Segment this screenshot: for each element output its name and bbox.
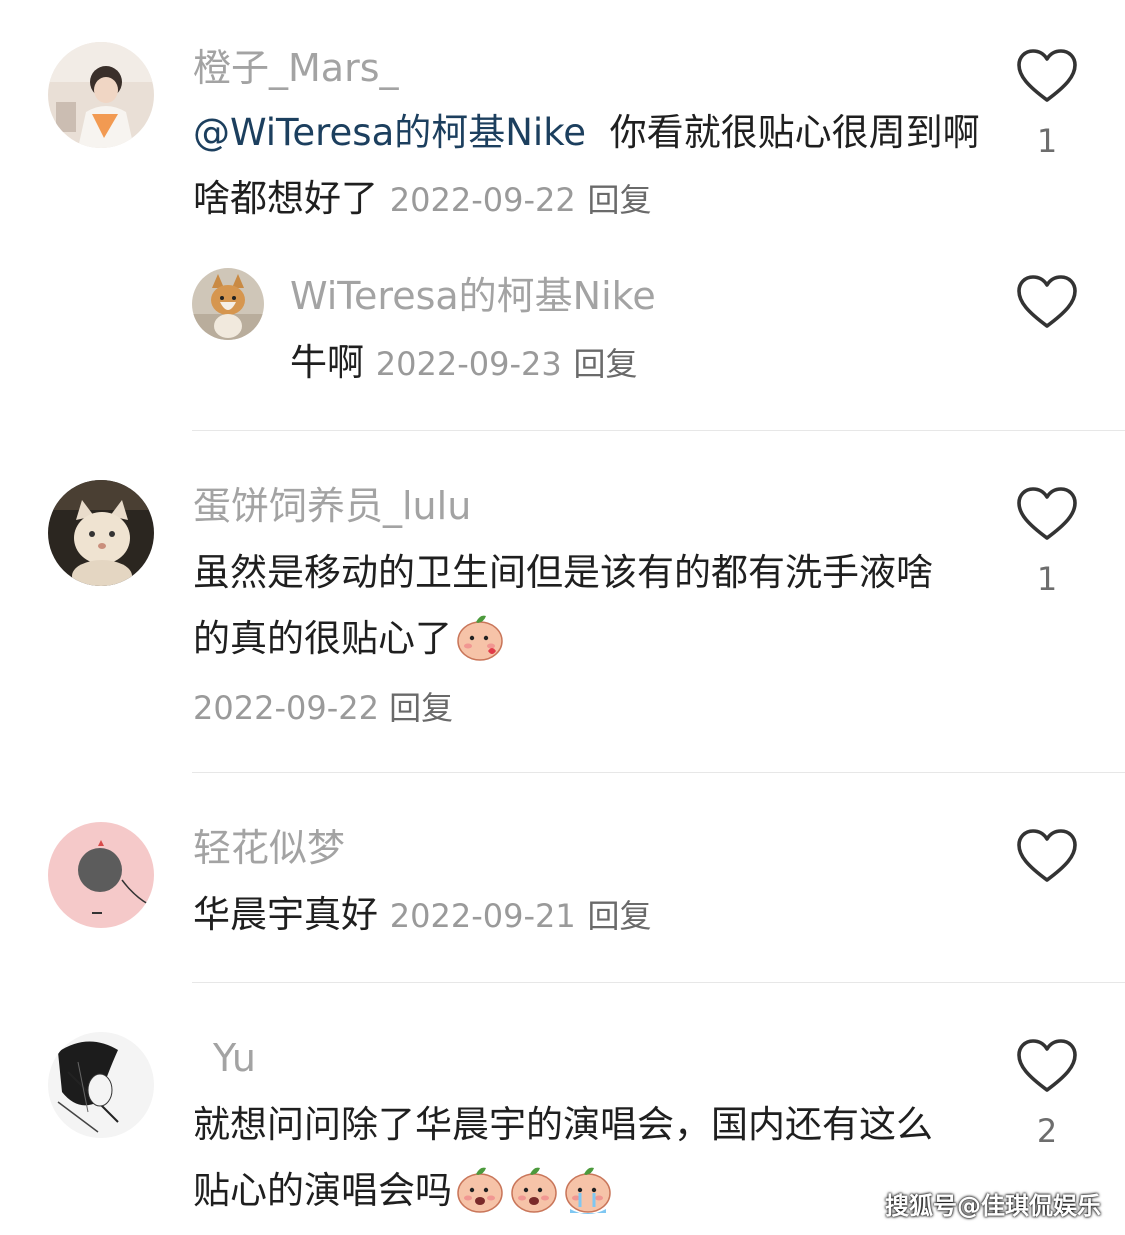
comment-username[interactable]: 橙子_Mars_ [193,46,399,90]
heart-icon[interactable] [1016,1038,1078,1094]
mention-link[interactable]: @WiTeresa的柯基Nike [193,111,586,154]
like-count: 1 [1036,122,1058,160]
reply-button[interactable]: 回复 [588,181,652,219]
like-area: 2 [1015,1038,1079,1150]
like-count: 2 [1036,1112,1058,1150]
like-count: 1 [1036,560,1058,598]
cat-avatar-icon [48,480,154,586]
divider [192,772,1125,773]
comment-username[interactable]: Yu [213,1036,256,1080]
heart-icon[interactable] [1016,274,1078,330]
divider [192,982,1125,983]
comment-body: @WiTeresa的柯基Nike 你看就很贴心很周到啊啥都想好了 2022-09… [193,100,983,233]
comment-username[interactable]: 蛋饼饲养员_lulu [193,484,471,528]
watermark: 搜狐号@佳琪侃娱乐 [885,1192,1101,1220]
reply-button[interactable]: 回复 [588,897,652,935]
comment-date: 2022-09-22 [193,689,379,727]
reply-button[interactable]: 回复 [574,345,638,383]
reply-button[interactable]: 回复 [389,689,453,727]
comment-meta: 2022-09-22 回复 [193,684,453,732]
avatar[interactable] [48,480,154,586]
comment-body: 虽然是移动的卫生间但是该有的都有洗手液啥的真的很贴心了 [193,540,933,672]
comment-date: 2022-09-22 [389,181,576,219]
comment-date: 2022-09-21 [389,897,576,935]
heart-icon[interactable] [1016,828,1078,884]
comment-text: 虽然是移动的卫生间但是该有的都有洗手液啥的真的很贴心了 [193,551,933,660]
reply-text: 牛啊 [290,341,364,384]
peach-sob-emoji-icon [508,1163,560,1215]
person-photo-avatar-icon [48,42,154,148]
divider [192,430,1125,431]
manga-avatar-icon [48,1032,154,1138]
like-area [1015,274,1079,330]
peach-kiss-emoji-icon [454,611,506,663]
avatar[interactable] [48,822,154,928]
comment-username[interactable]: 轻花似梦 [193,826,345,870]
reply-date: 2022-09-23 [375,345,562,383]
heart-icon[interactable] [1016,48,1078,104]
pink-cartoon-avatar-icon [48,822,154,928]
reply-username[interactable]: WiTeresa的柯基Nike [290,274,656,318]
comment-text: 华晨宇真好 [193,893,378,936]
corgi-dog-avatar-icon [192,268,264,340]
avatar[interactable] [48,42,154,148]
like-area: 1 [1015,48,1079,160]
peach-sob-emoji-icon [454,1163,506,1215]
like-area [1015,828,1079,884]
avatar[interactable] [48,1032,154,1138]
peach-cry-emoji-icon [562,1163,614,1215]
avatar[interactable] [192,268,264,340]
heart-icon[interactable] [1016,486,1078,542]
reply-body: 牛啊 2022-09-23 回复 [290,330,990,397]
comment-body: 华晨宇真好 2022-09-21 回复 [193,882,973,949]
comment-body: 就想问问除了华晨宇的演唱会，国内还有这么贴心的演唱会吗 [193,1092,953,1224]
like-area: 1 [1015,486,1079,598]
